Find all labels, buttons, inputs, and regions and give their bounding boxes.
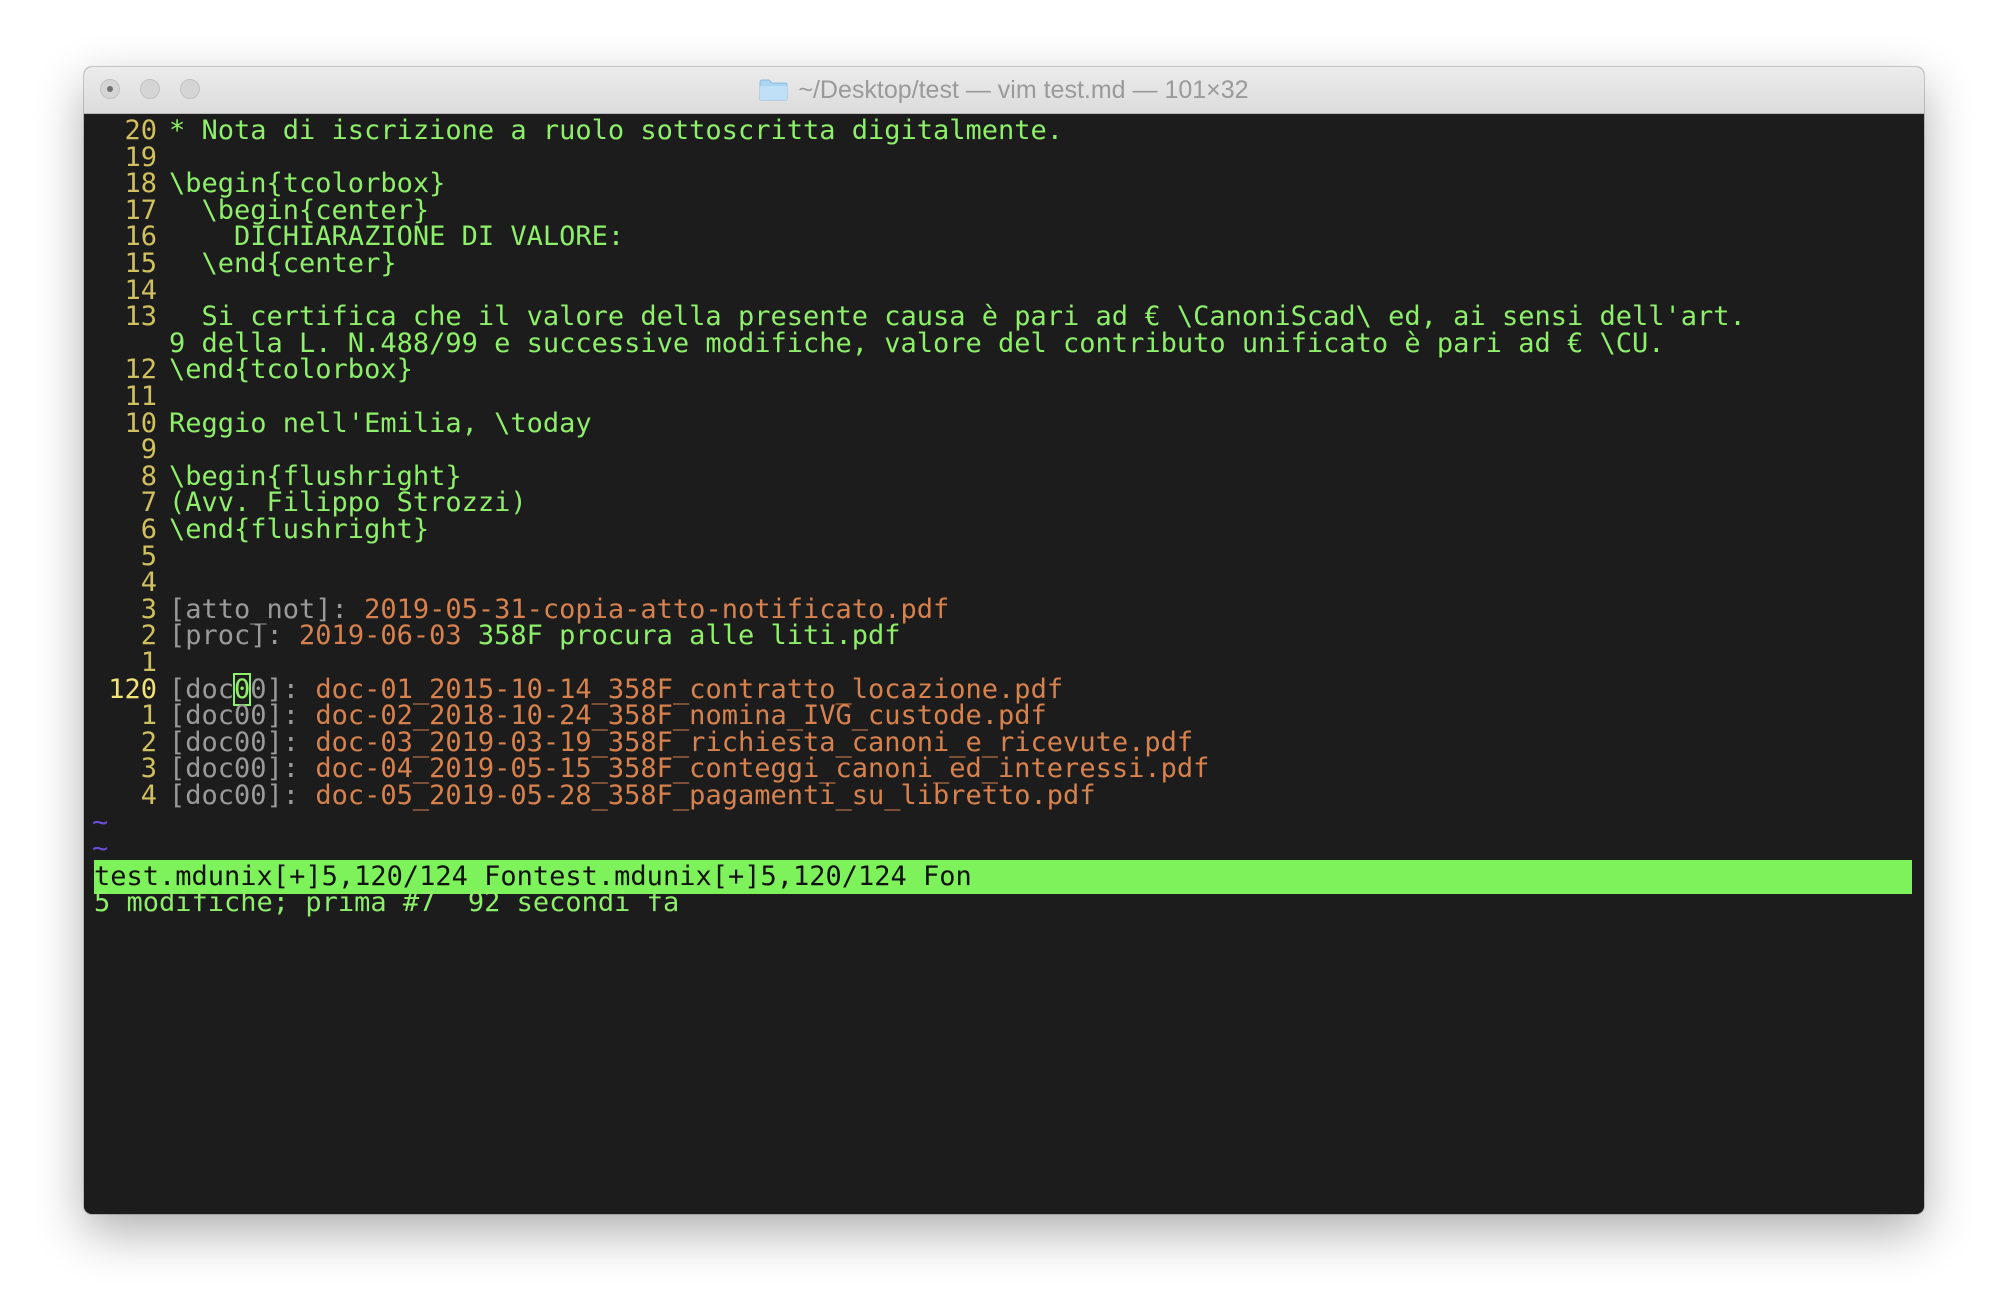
folder-icon <box>759 79 788 101</box>
terminal-window: ~/Desktop/test — vim test.md — 101×32 20… <box>84 67 1924 1214</box>
link-label: [proc]: <box>169 620 300 652</box>
editor-line[interactable]: 20 * Nota di iscrizione a ruolo sottoscri… <box>94 114 1063 148</box>
line-text: \end{tcolorbox} <box>169 354 413 386</box>
line-text: * Nota di iscrizione a ruolo sottoscritt… <box>169 115 1064 146</box>
link-label: [doc00]: <box>169 780 316 811</box>
line-text: \end{center} <box>169 248 397 279</box>
window-title: ~/Desktop/test — vim test.md — 101×32 <box>798 75 1249 104</box>
editor-line[interactable]: 4 [doc00]: doc-05_2019-05-28_358F_pagamen… <box>94 779 1096 813</box>
link-target[interactable]: doc-05_2019-05-28_358F_pagamenti_su_libr… <box>315 780 1095 811</box>
title-bar[interactable]: ~/Desktop/test — vim test.md — 101×32 <box>84 67 1924 114</box>
vim-editor[interactable]: 20 * Nota di iscrizione a ruolo sottoscri… <box>84 114 1924 1214</box>
line-text: 358F procura alle liti.pdf <box>461 620 901 652</box>
editor-line[interactable]: 2 [proc]: 2019-06-03 358F procura alle li… <box>94 619 901 653</box>
line-text: Reggio nell'Emilia, \today <box>169 407 592 439</box>
line-text: \end{flushright} <box>169 514 430 545</box>
link-target[interactable]: 2019-06-03 <box>299 620 462 651</box>
message-line: 5 modifiche; prima #7 92 secondi fa <box>94 887 680 918</box>
